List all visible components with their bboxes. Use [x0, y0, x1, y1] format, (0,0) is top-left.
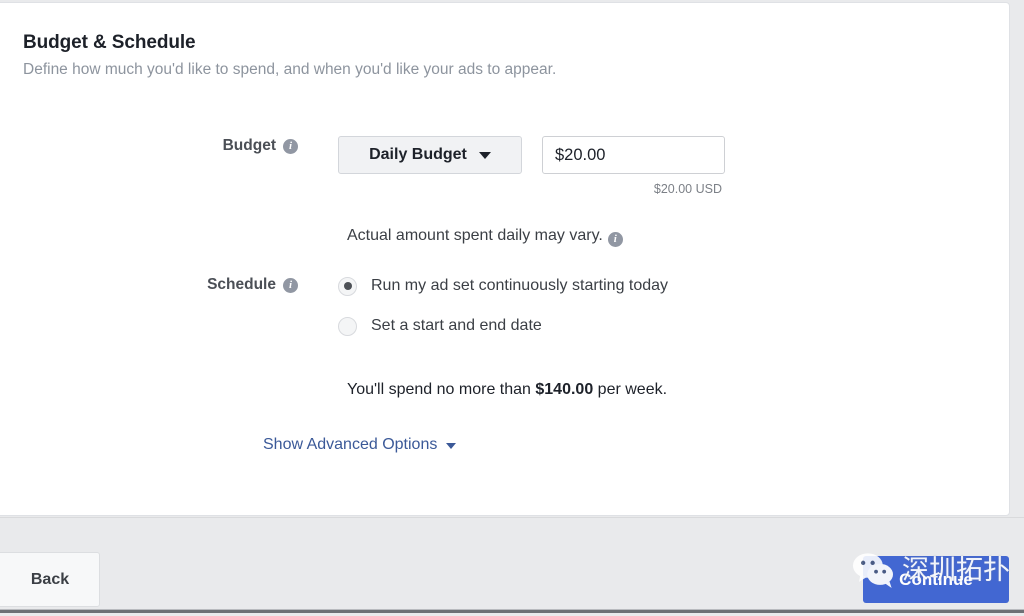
spend-summary-suffix: per week.: [593, 381, 668, 398]
schedule-option-continuous[interactable]: Run my ad set continuously starting toda…: [338, 275, 668, 297]
budget-amount-input[interactable]: [542, 136, 725, 174]
budget-label-group: Budget i: [1, 136, 298, 156]
schedule-option-label: Set a start and end date: [371, 317, 542, 334]
budget-amount-group: $20.00 USD: [542, 136, 725, 196]
budget-row: Budget i Daily Budget $20.00 USD: [1, 136, 725, 196]
budget-label: Budget: [222, 137, 276, 154]
schedule-options: Run my ad set continuously starting toda…: [338, 275, 668, 337]
budget-currency-note: $20.00 USD: [653, 182, 722, 196]
continue-button[interactable]: Continue: [863, 556, 1009, 603]
card-content: Budget & Schedule Define how much you'd …: [1, 3, 1009, 515]
show-advanced-options-label: Show Advanced Options: [263, 436, 438, 453]
radio-dot: [343, 282, 352, 290]
budget-type-value: Daily Budget: [369, 146, 467, 163]
schedule-label: Schedule: [207, 276, 276, 293]
back-button[interactable]: Back: [0, 552, 100, 607]
spend-summary-amount: $140.00: [535, 381, 594, 398]
budget-note: Actual amount spent daily may vary. i: [347, 226, 623, 247]
budget-schedule-card: Budget & Schedule Define how much you'd …: [0, 2, 1010, 516]
schedule-label-group: Schedule i: [1, 275, 298, 295]
page-subtitle: Define how much you'd like to spend, and…: [23, 61, 557, 78]
chevron-down-icon: [446, 443, 457, 449]
spend-summary-prefix: You'll spend no more than: [347, 381, 536, 398]
schedule-option-label: Run my ad set continuously starting toda…: [371, 277, 669, 294]
card-header: Budget & Schedule Define how much you'd …: [23, 31, 556, 80]
bottom-divider: [0, 609, 1024, 613]
page-title: Budget & Schedule: [23, 32, 196, 53]
budget-type-select[interactable]: Daily Budget: [338, 136, 522, 174]
budget-controls: Daily Budget $20.00 USD: [338, 136, 725, 196]
budget-note-text: Actual amount spent daily may vary.: [347, 227, 603, 244]
radio-button-continuous[interactable]: [338, 276, 357, 296]
schedule-row: Schedule i Run my ad set continuously st…: [1, 275, 668, 337]
radio-button-date-range[interactable]: [338, 316, 357, 336]
info-icon[interactable]: i: [283, 277, 298, 293]
info-icon[interactable]: i: [283, 138, 298, 154]
spend-summary: You'll spend no more than $140.00 per we…: [347, 380, 667, 400]
info-icon[interactable]: i: [607, 232, 623, 247]
schedule-option-date-range[interactable]: Set a start and end date: [338, 315, 668, 337]
show-advanced-options-link[interactable]: Show Advanced Options: [263, 435, 457, 455]
chevron-down-icon: [478, 151, 491, 159]
